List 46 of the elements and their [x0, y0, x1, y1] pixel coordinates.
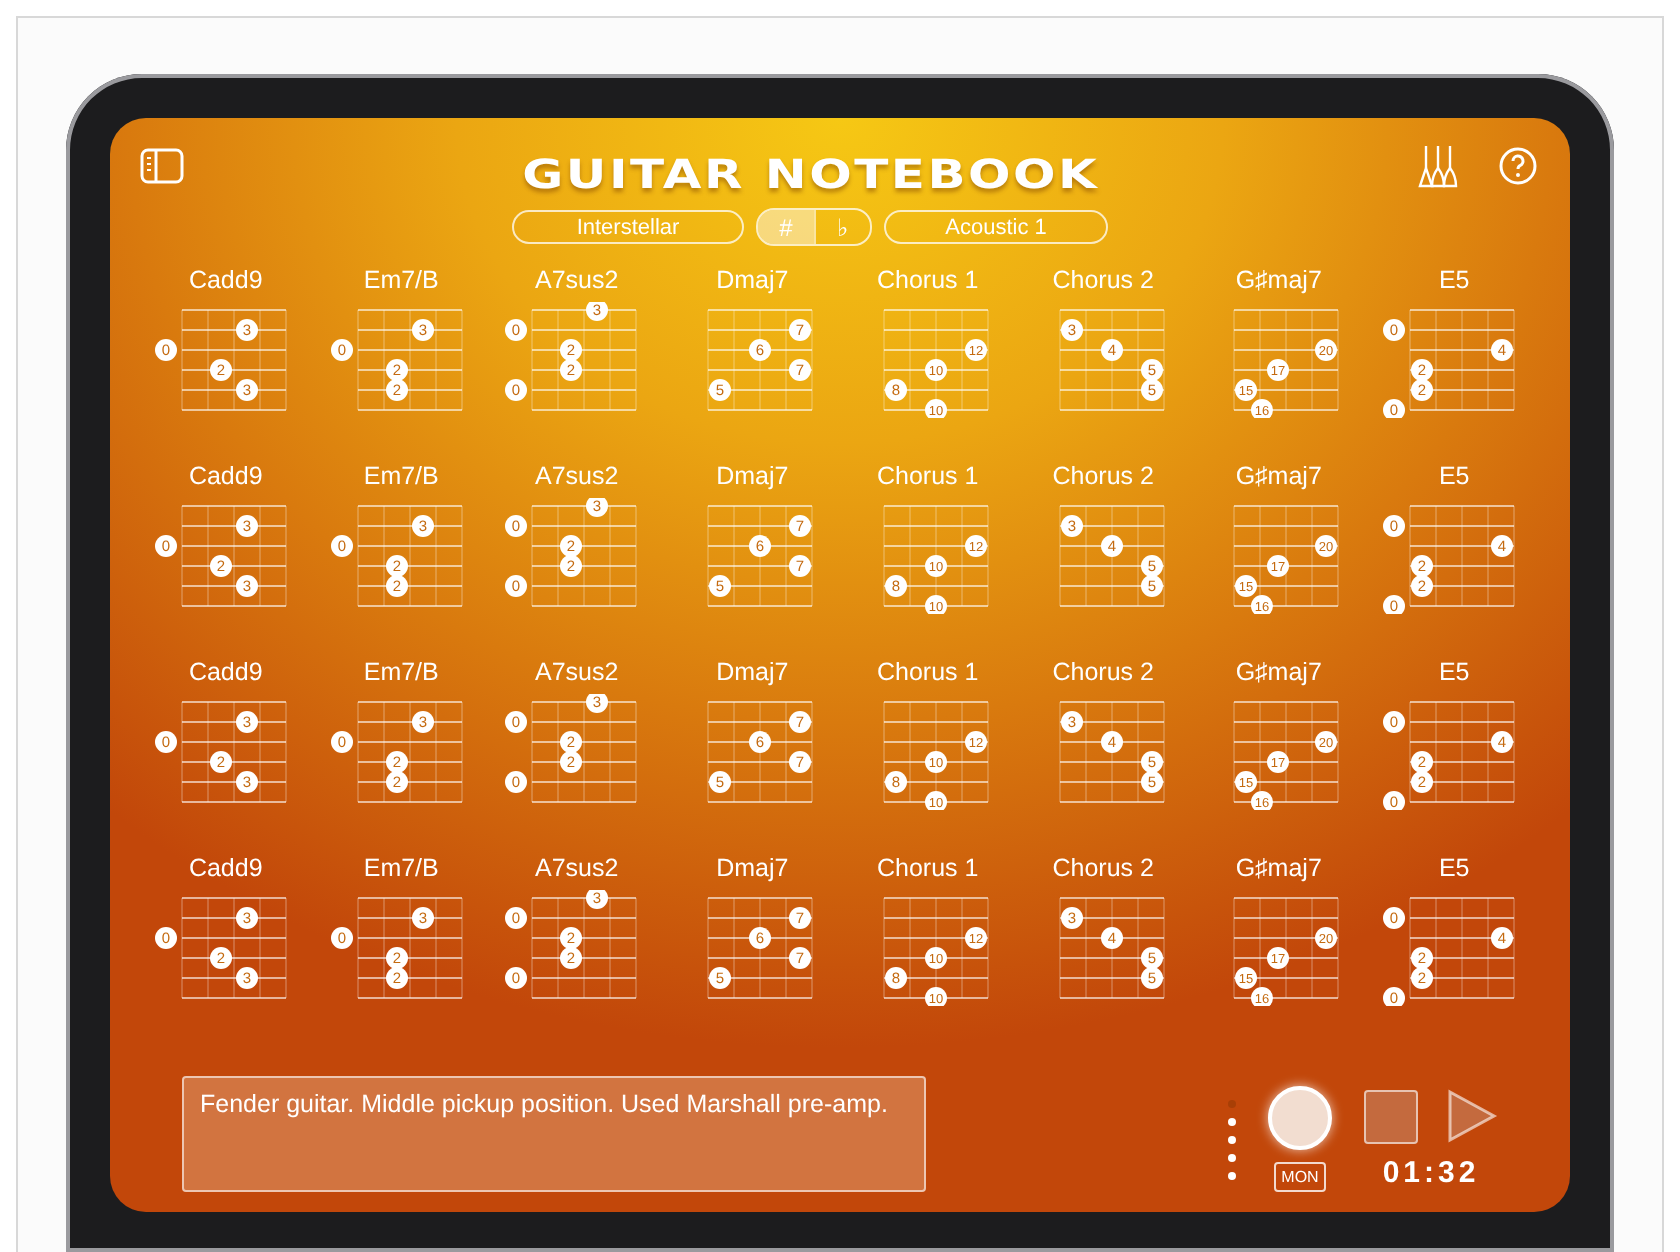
chord-name: E5: [1438, 462, 1470, 490]
help-icon[interactable]: [1494, 142, 1542, 190]
chord-name: Cadd9: [188, 266, 263, 294]
chord-name: Dmaj7: [716, 266, 789, 294]
record-button[interactable]: [1268, 1086, 1332, 1150]
chord-name: Dmaj7: [716, 658, 789, 686]
chord-name: Chorus 2: [1052, 266, 1154, 294]
chord-name: G♯maj7: [1235, 854, 1322, 882]
chord-name: G♯maj7: [1235, 462, 1322, 490]
chord-name: Chorus 1: [877, 462, 979, 490]
chord-name: Chorus 2: [1052, 462, 1154, 490]
accidental-toggle[interactable]: ♭: [814, 210, 870, 244]
guitars-icon[interactable]: [1414, 142, 1462, 190]
chord-name: Em7/B: [363, 462, 439, 490]
chord-name: Cadd9: [188, 854, 263, 882]
chord-name: Em7/B: [363, 658, 439, 686]
chord-name: A7sus2: [535, 266, 619, 294]
chord-name: G♯maj7: [1235, 658, 1322, 686]
stop-button[interactable]: [1364, 1089, 1418, 1143]
app-title: GUITAR NOTEBOOK: [521, 150, 1099, 198]
chord-name: A7sus2: [535, 854, 619, 882]
instrument-selector[interactable]: Acoustic 1: [884, 210, 1108, 244]
chord-name: Chorus 1: [877, 854, 979, 882]
chord-name: Chorus 2: [1052, 854, 1154, 882]
chord-name: Chorus 1: [877, 266, 979, 294]
chord-name: A7sus2: [535, 658, 619, 686]
chord-name: E5: [1438, 854, 1470, 882]
chord-name: Em7/B: [363, 854, 439, 882]
monitor-button[interactable]: MON: [1273, 1162, 1327, 1192]
chord-name: A7sus2: [535, 462, 619, 490]
recording-time: 01:32: [1382, 1156, 1480, 1190]
chord-name: Chorus 1: [877, 658, 979, 686]
accidental-toggle[interactable]: #: [758, 210, 814, 244]
chord-name: G♯maj7: [1235, 266, 1322, 294]
notes-field[interactable]: Fender guitar. Middle pickup position. Used Marshall pre-amp.: [182, 1076, 926, 1192]
song-selector[interactable]: Interstellar: [512, 210, 744, 244]
chord-name: Chorus 2: [1052, 658, 1154, 686]
chord-name: Cadd9: [188, 462, 263, 490]
chord-name: Cadd9: [188, 658, 263, 686]
chord-name: Em7/B: [363, 266, 439, 294]
chord-name: Dmaj7: [716, 462, 789, 490]
chord-name: Dmaj7: [716, 854, 789, 882]
chord-name: E5: [1438, 658, 1470, 686]
chord-name: E5: [1438, 266, 1470, 294]
play-icon[interactable]: [1446, 1088, 1498, 1144]
level-dots-icon: [1228, 1099, 1236, 1179]
